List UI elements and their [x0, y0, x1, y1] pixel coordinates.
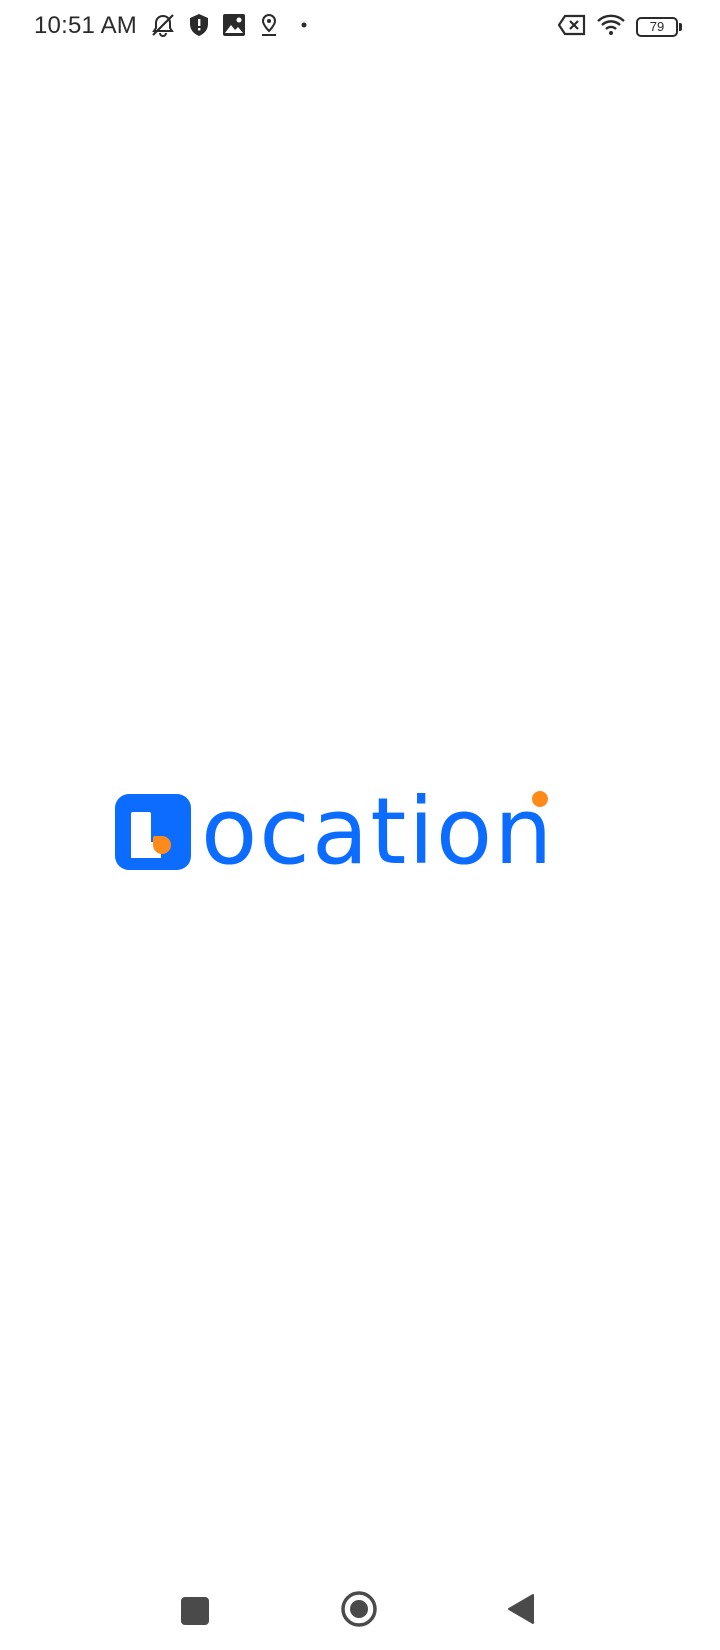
- shield-icon: [188, 13, 210, 41]
- logo-text: ocation: [201, 778, 555, 885]
- recent-apps-button[interactable]: [170, 1586, 220, 1636]
- back-button[interactable]: [497, 1586, 547, 1636]
- image-icon: [222, 13, 246, 41]
- back-triangle-icon: [505, 1592, 539, 1630]
- location-pin-icon: [258, 13, 280, 41]
- app-logo: ocation: [115, 780, 554, 878]
- home-circle-icon: [339, 1589, 379, 1633]
- logo-wordmark: ocation: [201, 786, 554, 878]
- status-time: 10:51 AM: [34, 12, 138, 39]
- status-right-icons: 79: [557, 12, 682, 42]
- dot-icon: [292, 15, 312, 39]
- logo-mark-icon: [115, 794, 191, 870]
- wifi-icon: [596, 13, 626, 41]
- square-icon: [181, 1597, 209, 1625]
- battery-icon: 79: [636, 17, 682, 37]
- logo-i-dot: [532, 791, 548, 807]
- navigation-bar: [0, 1566, 720, 1650]
- status-bar: 10:51 AM 79: [0, 0, 720, 54]
- muted-bell-icon: [150, 12, 176, 42]
- home-button[interactable]: [334, 1586, 384, 1636]
- status-left-icons: [150, 12, 312, 42]
- sim-error-icon: [557, 14, 586, 40]
- screen: 10:51 AM 79 ocation: [0, 0, 720, 1650]
